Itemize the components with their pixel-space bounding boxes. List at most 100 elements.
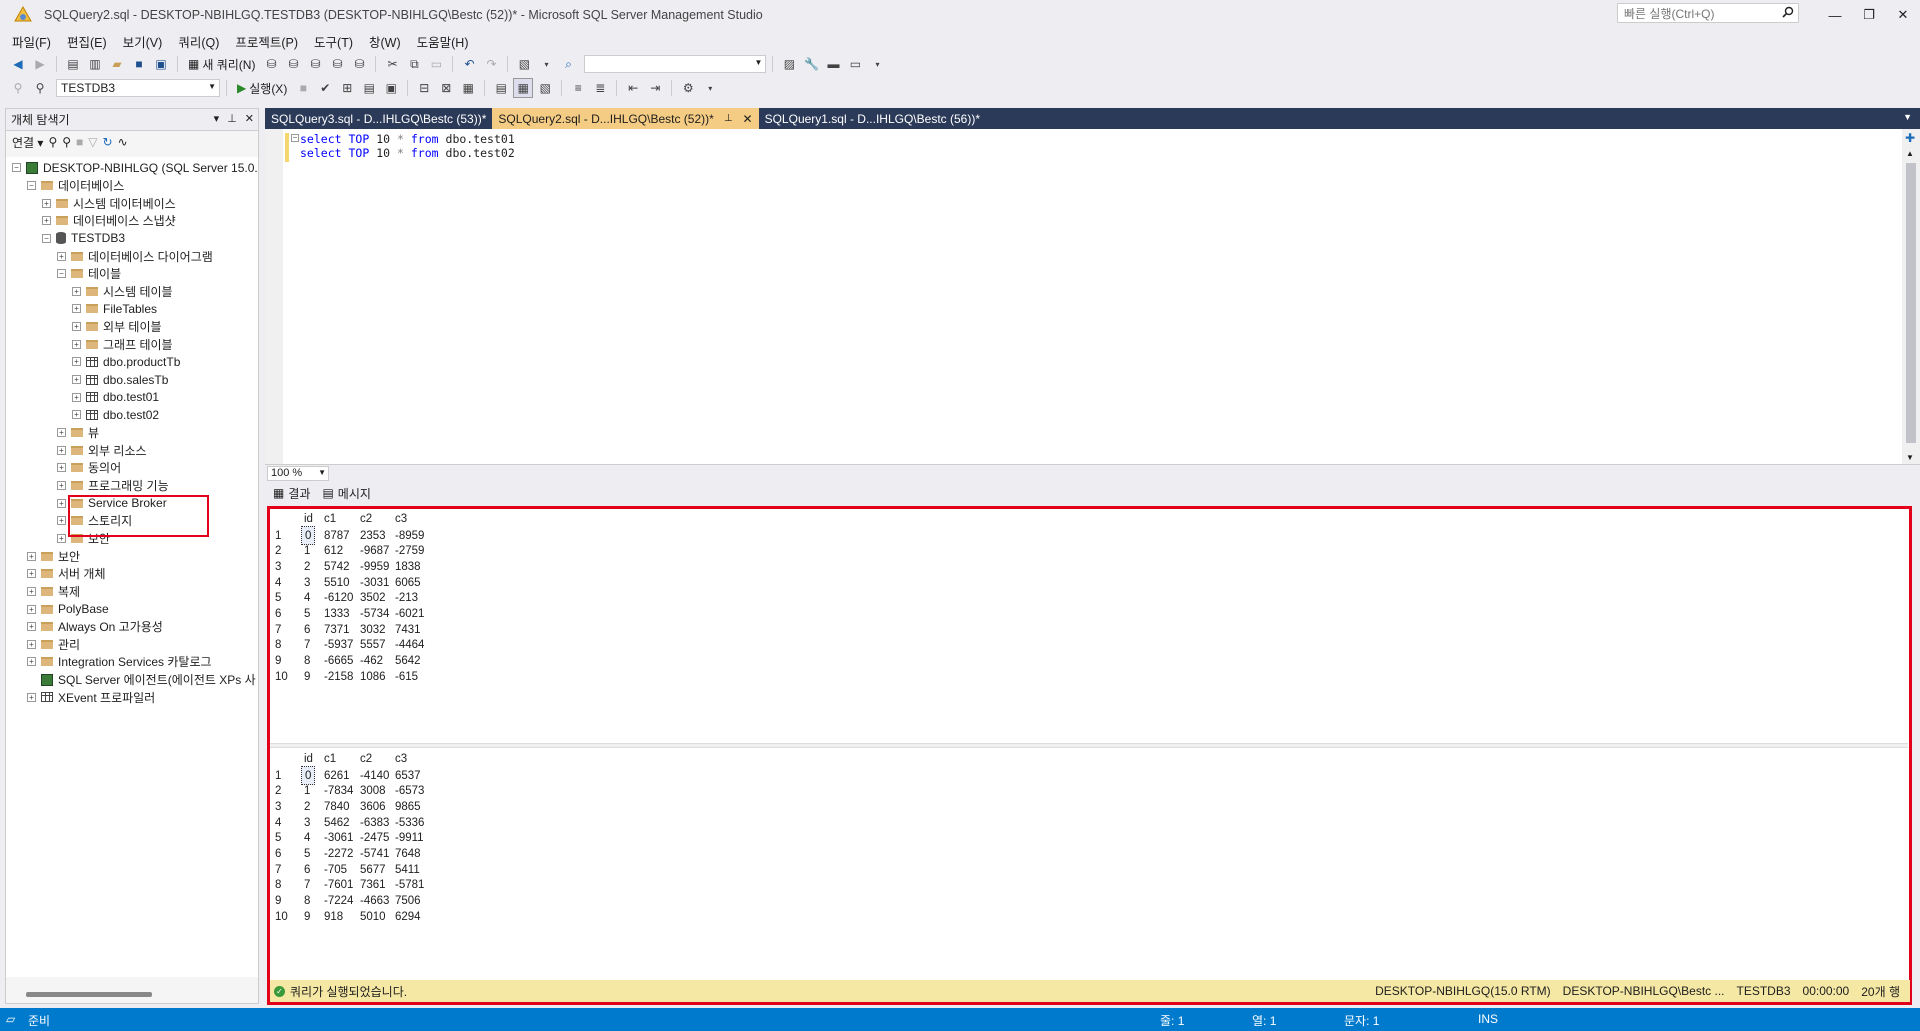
window-layout-icon[interactable]: ▭: [845, 54, 865, 74]
expand-icon[interactable]: +: [72, 357, 81, 367]
menu-help[interactable]: 도움말(H): [409, 32, 477, 51]
menu-tools[interactable]: 도구(T): [306, 32, 361, 51]
connect-icon[interactable]: ⚲: [48, 135, 57, 149]
tree-node[interactable]: + PolyBase: [27, 600, 109, 618]
expand-icon[interactable]: +: [27, 569, 36, 579]
tab-messages[interactable]: ▤ 메시지: [322, 485, 370, 502]
tree-node[interactable]: + 데이터베이스 스냅샷: [42, 212, 176, 230]
save-icon[interactable]: ■: [129, 54, 149, 74]
expand-icon[interactable]: +: [72, 375, 81, 385]
new-query-button[interactable]: ▦ 새 쿼리(N): [184, 54, 259, 74]
minimize-button[interactable]: —: [1820, 4, 1850, 26]
disconnect-icon[interactable]: ⚲: [62, 135, 71, 149]
expand-icon[interactable]: +: [72, 392, 81, 402]
cut-icon[interactable]: ✂: [382, 54, 402, 74]
results-to-grid-icon[interactable]: ▦: [513, 78, 534, 98]
grid-cell[interactable]: 9: [304, 667, 310, 686]
results-to-file-icon[interactable]: ▧: [535, 78, 555, 98]
vertical-scrollbar[interactable]: ✚ ▲ ▼: [1902, 129, 1920, 464]
scroll-thumb[interactable]: [1906, 163, 1916, 443]
tree-node[interactable]: + 동의어: [57, 459, 121, 477]
expand-icon[interactable]: +: [42, 198, 51, 208]
dmx-query-icon[interactable]: ⛁: [305, 54, 325, 74]
collapse-icon[interactable]: −: [12, 163, 21, 173]
uncomment-icon[interactable]: ≣: [590, 78, 610, 98]
close-window-button[interactable]: ✕: [1888, 4, 1918, 26]
add-item-icon[interactable]: ▥: [85, 54, 105, 74]
collapse-icon[interactable]: −: [57, 269, 66, 279]
find-icon[interactable]: ⌕: [558, 54, 578, 74]
tree-node[interactable]: + Always On 고가용성: [27, 618, 163, 636]
parse-icon[interactable]: ✔: [315, 78, 335, 98]
tree-node[interactable]: + dbo.test01: [72, 388, 159, 406]
tree-node[interactable]: + dbo.salesTb: [72, 371, 168, 389]
copy-icon[interactable]: ⧉: [404, 54, 424, 74]
expand-icon[interactable]: +: [27, 639, 36, 649]
expand-icon[interactable]: +: [27, 551, 36, 561]
execute-button[interactable]: ▶ 실행(X): [233, 78, 291, 98]
tree-node[interactable]: + 외부 테이블: [72, 318, 162, 336]
find-combo[interactable]: ▼: [584, 55, 767, 73]
tree-node[interactable]: − 테이블: [57, 265, 121, 283]
expand-icon[interactable]: +: [42, 216, 51, 226]
open-file-icon[interactable]: ▰: [107, 54, 127, 74]
restore-button[interactable]: ❐: [1854, 4, 1884, 26]
expand-icon[interactable]: +: [27, 657, 36, 667]
collapse-icon[interactable]: −: [42, 233, 51, 243]
tree-node[interactable]: + 프로그래밍 기능: [57, 477, 169, 495]
activity-monitor-icon[interactable]: ▧: [514, 54, 534, 74]
save-all-icon[interactable]: ▣: [151, 54, 171, 74]
pin-icon[interactable]: ⊥: [227, 112, 237, 125]
expand-icon[interactable]: +: [57, 498, 66, 508]
zoom-combo[interactable]: 100 % ▼: [267, 465, 329, 481]
quick-launch-input[interactable]: 빠른 실행(Ctrl+Q): [1617, 3, 1799, 23]
stop-icon[interactable]: ■: [293, 78, 313, 98]
refresh-icon[interactable]: ↻: [103, 135, 113, 149]
grid-cell[interactable]: 918: [324, 907, 343, 926]
menu-query[interactable]: 쿼리(Q): [170, 32, 227, 51]
connect-dropdown[interactable]: 연결 ▾: [12, 134, 43, 151]
tree-node[interactable]: − TESTDB3: [42, 230, 125, 248]
grid-cell[interactable]: 6294: [395, 907, 421, 926]
menu-file[interactable]: 파일(F): [4, 32, 59, 51]
row-number[interactable]: 10: [275, 667, 288, 686]
paste-icon[interactable]: ▭: [426, 54, 446, 74]
tree-node[interactable]: + 시스템 데이터베이스: [42, 194, 176, 212]
grid-cell[interactable]: 1086: [360, 667, 386, 686]
expand-icon[interactable]: +: [27, 604, 36, 614]
increase-indent-icon[interactable]: ⇥: [645, 78, 665, 98]
expand-icon[interactable]: +: [72, 286, 81, 296]
panel-menu-icon[interactable]: ▾: [214, 112, 220, 125]
tree-node[interactable]: SQL Server 에이전트(에이전트 XPs 사: [27, 671, 256, 689]
expand-icon[interactable]: +: [72, 304, 81, 314]
menu-project[interactable]: 프로젝트(P): [227, 32, 306, 51]
menu-window[interactable]: 창(W): [361, 32, 409, 51]
results-to-text-icon[interactable]: ▤: [491, 78, 511, 98]
client-stats-icon[interactable]: ▦: [458, 78, 478, 98]
include-plan-icon[interactable]: ⊟: [414, 78, 434, 98]
toolbar-options-icon[interactable]: ▾: [867, 54, 887, 74]
expand-icon[interactable]: +: [57, 533, 66, 543]
row-number[interactable]: 10: [275, 907, 288, 926]
redo-icon[interactable]: ↷: [481, 54, 501, 74]
decrease-indent-icon[interactable]: ⇤: [623, 78, 643, 98]
filter-icon[interactable]: ▽: [88, 135, 97, 149]
connect-icon[interactable]: ⚲: [8, 78, 28, 98]
solution-explorer-icon[interactable]: ▨: [779, 54, 799, 74]
tree-node[interactable]: + 보안: [27, 547, 80, 565]
tree-node[interactable]: + Integration Services 카탈로그: [27, 653, 212, 671]
tree-node[interactable]: + 서버 개체: [27, 565, 106, 583]
tab-sqlquery3[interactable]: SQLQuery3.sql - D...IHLGQ\Bestc (53))*: [265, 108, 492, 129]
expand-icon[interactable]: +: [72, 339, 81, 349]
tree-node[interactable]: + dbo.productTb: [72, 353, 180, 371]
undo-icon[interactable]: ↶: [459, 54, 479, 74]
expand-icon[interactable]: +: [57, 428, 66, 438]
stop-icon[interactable]: ■: [76, 135, 83, 149]
tree-node[interactable]: + 관리: [27, 636, 80, 654]
tree-node[interactable]: + 뷰: [57, 424, 99, 442]
mdx-query-icon[interactable]: ⛁: [283, 54, 303, 74]
expand-icon[interactable]: +: [72, 322, 81, 332]
grid-cell[interactable]: 5010: [360, 907, 386, 926]
change-connection-icon[interactable]: ⚲: [30, 78, 50, 98]
live-stats-icon[interactable]: ⊠: [436, 78, 456, 98]
